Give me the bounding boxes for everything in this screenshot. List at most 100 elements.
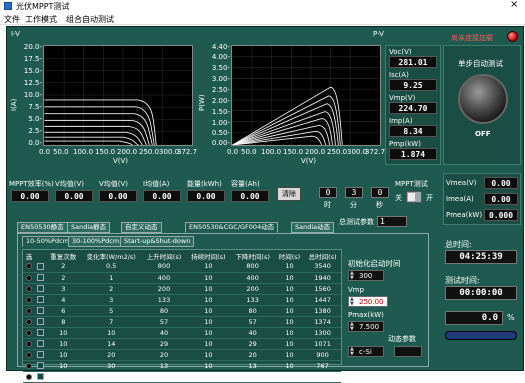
table-cell[interactable]: 10 [274, 316, 305, 328]
tab-en50530-static[interactable]: EN50530静态 [17, 222, 68, 233]
table-cell[interactable]: 10 [186, 261, 231, 273]
init-time-stepper[interactable]: ▲ ▼ 300 [348, 270, 384, 281]
row-check[interactable] [35, 272, 46, 284]
table-cell[interactable]: 10 [186, 294, 231, 306]
row-select-icon[interactable] [26, 373, 32, 380]
table-cell[interactable]: 20 [141, 349, 187, 361]
table-cell[interactable]: 10 [274, 305, 305, 317]
row-checkbox[interactable] [37, 296, 44, 303]
table-cell[interactable]: 10 [186, 327, 231, 339]
row-select[interactable] [23, 305, 35, 317]
table-cell[interactable]: 5 [80, 305, 142, 317]
table-cell[interactable]: 1560 [304, 283, 341, 295]
row-select-icon[interactable] [26, 340, 32, 347]
row-checkbox[interactable] [37, 351, 44, 358]
table-cell[interactable]: 2 [46, 261, 81, 273]
row-check[interactable] [35, 371, 46, 383]
row-check[interactable] [35, 360, 46, 372]
table-cell[interactable]: 800 [230, 261, 275, 273]
row-select-icon[interactable] [26, 274, 32, 281]
table-row[interactable]: 10 30 13 10 13 10 767 [23, 360, 341, 372]
subtab-30-100[interactable]: 30-100%Pdcm [68, 236, 124, 247]
table-row[interactable]: 6 5 80 10 80 10 1380 [23, 305, 341, 317]
single-step-button[interactable] [458, 74, 508, 124]
tech-select[interactable]: ▲ ▼ c-Si [348, 346, 384, 357]
table-cell[interactable]: 10 [46, 338, 81, 350]
table-cell[interactable]: 1940 [304, 272, 341, 284]
table-cell[interactable]: 1380 [304, 305, 341, 317]
table-row[interactable]: 10 50 8 10 8 10 660 [23, 371, 341, 383]
table-cell[interactable]: 10 [46, 327, 81, 339]
table-cell[interactable]: 10 [274, 261, 305, 273]
table-cell[interactable]: 8 [141, 371, 187, 383]
row-select-icon[interactable] [26, 285, 32, 292]
table-cell[interactable]: 1071 [304, 338, 341, 350]
row-checkbox[interactable] [37, 329, 44, 336]
table-cell[interactable]: 10 [186, 371, 231, 383]
table-row[interactable]: 2 1 400 10 400 10 1940 [23, 272, 341, 284]
subtab-startup-shutdown[interactable]: Start-up&Shut-down [120, 236, 195, 247]
table-cell[interactable]: 80 [141, 305, 187, 317]
table-cell[interactable]: 30 [80, 360, 142, 372]
table-cell[interactable]: 10 [186, 316, 231, 328]
table-cell[interactable]: 29 [230, 338, 275, 350]
subtab-10-50[interactable]: 10-50%Pdcm [22, 236, 74, 247]
table-cell[interactable]: 40 [141, 327, 187, 339]
table-cell[interactable]: 200 [141, 283, 187, 295]
row-checkbox[interactable] [37, 262, 44, 270]
table-cell[interactable]: 57 [230, 316, 275, 328]
table-cell[interactable]: 200 [230, 283, 275, 295]
tab-custom-dynamic[interactable]: 自定义动态 [121, 222, 162, 233]
row-checkbox[interactable] [37, 362, 44, 369]
table-row[interactable]: 10 10 40 10 40 10 1300 [23, 327, 341, 339]
menu-file[interactable]: 文件 [4, 14, 20, 25]
row-select-icon[interactable] [26, 362, 32, 369]
table-cell[interactable]: 2 [46, 272, 81, 284]
menu-combo-auto-test[interactable]: 组合自动测试 [66, 14, 114, 25]
table-cell[interactable]: 800 [141, 261, 187, 273]
row-select[interactable] [23, 360, 35, 372]
table-cell[interactable]: 10 [186, 338, 231, 350]
table-cell[interactable]: 10 [186, 305, 231, 317]
row-select[interactable] [23, 261, 35, 273]
table-cell[interactable]: 13 [141, 360, 187, 372]
table-cell[interactable]: 10 [274, 371, 305, 383]
table-cell[interactable]: 20 [80, 349, 142, 361]
table-row[interactable]: 2 0.5 800 10 800 10 3540 [23, 261, 341, 273]
row-checkbox[interactable] [37, 274, 44, 281]
dynamic-params-field[interactable] [394, 346, 422, 357]
row-select-icon[interactable] [26, 307, 32, 314]
table-cell[interactable]: 10 [274, 338, 305, 350]
table-cell[interactable]: 660 [304, 371, 341, 383]
row-check[interactable] [35, 283, 46, 295]
row-select[interactable] [23, 272, 35, 284]
table-cell[interactable]: 400 [230, 272, 275, 284]
table-cell[interactable]: 400 [141, 272, 187, 284]
table-cell[interactable]: 900 [304, 349, 341, 361]
row-select-icon[interactable] [26, 329, 32, 336]
table-cell[interactable]: 7 [80, 316, 142, 328]
table-cell[interactable]: 20 [230, 349, 275, 361]
row-select-icon[interactable] [26, 296, 32, 303]
row-check[interactable] [35, 305, 46, 317]
row-check[interactable] [35, 338, 46, 350]
table-cell[interactable]: 10 [46, 360, 81, 372]
row-select-icon[interactable] [26, 318, 32, 325]
table-cell[interactable]: 10 [46, 371, 81, 383]
table-row[interactable]: 10 20 20 10 20 10 900 [23, 349, 341, 361]
table-cell[interactable]: 29 [141, 338, 187, 350]
table-cell[interactable]: 80 [230, 305, 275, 317]
table-cell[interactable]: 10 [186, 349, 231, 361]
pmax-stepper[interactable]: ▲ ▼ 7.500 [348, 321, 384, 332]
table-cell[interactable]: 2 [80, 283, 142, 295]
table-cell[interactable]: 1300 [304, 327, 341, 339]
row-check[interactable] [35, 294, 46, 306]
row-check[interactable] [35, 327, 46, 339]
menu-work-mode[interactable]: 工作模式 [25, 14, 57, 25]
table-cell[interactable]: 133 [141, 294, 187, 306]
row-checkbox[interactable] [37, 307, 44, 314]
table-cell[interactable]: 6 [46, 305, 81, 317]
reset-button[interactable]: 清除 [277, 187, 301, 201]
table-cell[interactable]: 767 [304, 360, 341, 372]
table-cell[interactable]: 10 [186, 272, 231, 284]
